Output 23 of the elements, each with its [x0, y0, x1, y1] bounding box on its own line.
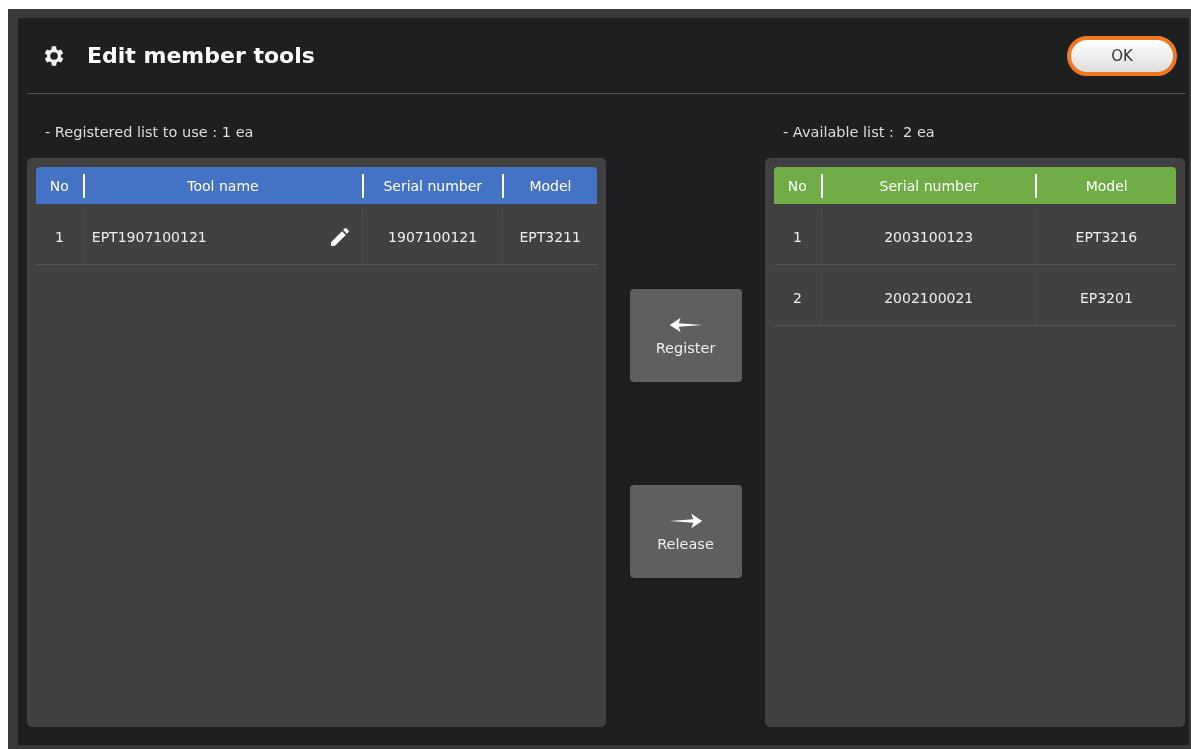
column-header: Model	[502, 173, 597, 198]
column-header: No	[48, 176, 70, 196]
table-cell-text: 2	[791, 288, 803, 308]
list-label: - Registered list to use : 1 ea	[44, 124, 255, 142]
table-cell-text: 1	[791, 227, 803, 247]
column-header: Tool name	[82, 173, 362, 198]
release-button[interactable]: Release	[629, 485, 742, 578]
ok-button[interactable]: OK	[1067, 35, 1177, 76]
column-header: No	[786, 176, 808, 196]
column-header: Serial number	[361, 173, 502, 198]
column-header: Serial number	[820, 173, 1036, 198]
table-cell: EPT3211	[502, 209, 597, 264]
column-header: Model	[1035, 173, 1176, 198]
table-cell: EP3201	[1035, 270, 1176, 325]
table-cell: 2002100021	[820, 270, 1036, 325]
register-button[interactable]: Register	[629, 289, 742, 382]
table-cell: 1907100121	[361, 209, 503, 264]
window-title: Edit member tools	[87, 43, 316, 68]
table-cell: EPT3216	[1035, 209, 1176, 264]
table-cell: 2003100123	[820, 209, 1036, 264]
list-label: - Available list : 2 ea	[782, 124, 936, 142]
table-cell-text: 1	[53, 227, 65, 247]
table-cell: EPT1907100121	[91, 228, 207, 245]
